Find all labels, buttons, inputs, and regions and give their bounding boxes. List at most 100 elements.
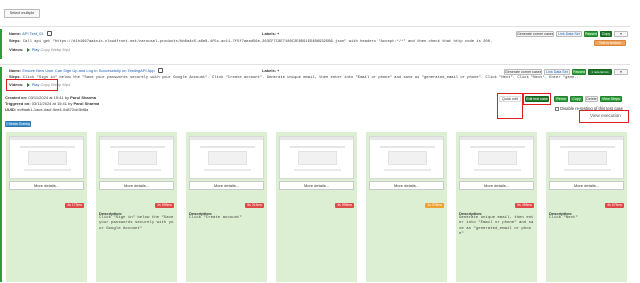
errors-button[interactable]: 1 note Errors: [588, 69, 612, 75]
thumbnail-placeholder: [114, 169, 161, 171]
thumbnail-placeholder: [100, 137, 173, 140]
thumbnail-placeholder: [28, 151, 67, 165]
copy-link[interactable]: Copy: [41, 47, 50, 52]
step-screenshot-thumbnail[interactable]: [549, 136, 624, 179]
uuid-label: UUID:: [5, 107, 17, 112]
step-description: Click "Create account": [189, 216, 242, 220]
triggered-by-user: Parul Sharma: [73, 101, 100, 106]
triggered-label: Triggered on:: [5, 101, 31, 106]
thumbnail-placeholder: [564, 169, 611, 171]
more-details-button[interactable]: More details...: [189, 181, 264, 190]
generate-corner-cases-button[interactable]: Generate corner cases: [516, 31, 554, 37]
more-details-button[interactable]: More details...: [369, 181, 444, 190]
step-duration-badge: 2s 695ms: [155, 203, 174, 208]
view-steps-button[interactable]: View Steps: [600, 96, 622, 102]
thumbnail-placeholder: [280, 137, 353, 140]
more-details-button[interactable]: More details...: [459, 181, 534, 190]
step-screenshot-thumbnail[interactable]: [459, 136, 534, 179]
step-card: More details... 4s 995ms: [276, 132, 357, 282]
thumbnail-placeholder: [478, 151, 517, 165]
select-multiple-button[interactable]: Select multiple: [4, 9, 40, 18]
link-data-set-button[interactable]: Link Data Set: [544, 69, 570, 75]
step-duration-badge: 4s 995ms: [335, 203, 354, 208]
step-description: Click "Next": [549, 216, 578, 220]
edit-icon[interactable]: [157, 68, 163, 74]
more-options-button[interactable]: ▾: [614, 69, 628, 75]
step-screenshot-thumbnail[interactable]: [189, 136, 264, 179]
labels-label: Labels:: [262, 31, 277, 36]
play-icon[interactable]: [26, 47, 30, 52]
created-label: Created on:: [5, 95, 28, 100]
thumbnail-placeholder: [380, 146, 435, 148]
uuid-value: ecffaab1-1ace-4acf-9ee4-0d872cb3bf8a: [17, 107, 89, 112]
passed-badge: Passed: [572, 69, 586, 75]
more-details-button[interactable]: More details...: [279, 181, 354, 190]
test-status-stripe: [0, 67, 2, 282]
thumbnail-placeholder: [550, 137, 623, 140]
thumbnail-placeholder: [10, 137, 83, 140]
step-card: More details... 4s 675ms Description: Click…: [546, 132, 627, 282]
thumbnail-placeholder: [204, 169, 251, 171]
thumbnail-placeholder: [568, 151, 607, 165]
step-card: More details... 5s 455ms Description: Gener…: [456, 132, 537, 282]
thumbnail-placeholder: [110, 146, 165, 148]
step-screenshot-thumbnail[interactable]: [9, 136, 84, 179]
edit-icon[interactable]: [46, 31, 52, 37]
created-value: 03/11/2024 at 15:41: [28, 95, 64, 100]
step-screenshot-thumbnail[interactable]: [279, 136, 354, 179]
highlight-videos: [6, 79, 58, 91]
triggered-by-label: by: [68, 101, 73, 106]
step-duration-badge: 1s 378ms: [425, 203, 444, 208]
triggered-value: 03/11/2024 at 15:41: [31, 101, 67, 106]
copy-button[interactable]: Copy: [570, 96, 583, 102]
test-status-stripe: [0, 29, 2, 59]
thumbnail-placeholder: [460, 137, 533, 140]
highlight-edit-test-case: [523, 93, 551, 105]
highlight-view-execution: [579, 110, 629, 123]
link-data-set-button[interactable]: Link Data Set: [556, 31, 582, 37]
add-label-icon[interactable]: +: [277, 31, 279, 36]
disable-retest-checkbox[interactable]: [555, 106, 559, 111]
step-duration-badge: 5s 455ms: [515, 203, 534, 208]
video-format: Webp Mp4: [51, 47, 71, 52]
step-duration-badge: 5s 315ms: [245, 203, 264, 208]
steps-label: Steps:: [9, 39, 21, 43]
step-screenshot-thumbnail[interactable]: [369, 136, 444, 179]
test-name: API Test_01: [22, 31, 44, 36]
more-details-button[interactable]: More details...: [549, 181, 624, 190]
name-label: Name:: [9, 31, 22, 36]
steps-text: Call api get "https://d1h1967aaksix.clou…: [22, 40, 493, 44]
name-label: Name:: [9, 68, 22, 73]
generate-corner-cases-button[interactable]: Generate corner cases: [504, 69, 542, 75]
thumbnail-placeholder: [388, 151, 427, 165]
thumbnail-placeholder: [470, 146, 525, 148]
thumbnail-placeholder: [20, 146, 75, 148]
add-label-icon[interactable]: +: [277, 68, 279, 73]
test-broken-badge: Test is broken: [594, 40, 626, 46]
thumbnail-placeholder: [560, 146, 615, 148]
thumbnail-placeholder: [384, 169, 431, 171]
steps-text: Click "Sign in" below the "Save your pas…: [22, 76, 582, 80]
thumbnail-placeholder: [298, 151, 337, 165]
step-description: Click "Sign in" below the "Save your pas…: [99, 216, 176, 231]
more-options-button[interactable]: ▾: [614, 31, 628, 37]
passed-badge: Passed: [584, 31, 598, 37]
play-link[interactable]: Play: [32, 47, 40, 52]
thumbnail-placeholder: [208, 151, 247, 165]
thumbnail-placeholder: [190, 137, 263, 140]
thumbnail-placeholder: [290, 146, 345, 148]
more-details-button[interactable]: More details...: [99, 181, 174, 190]
test-name: Ensure New User Can Sign Up and Log In S…: [22, 68, 155, 73]
step-description: Generate unique email, then enter into "…: [459, 216, 534, 236]
step-duration-badge: 4s 675ms: [605, 203, 624, 208]
rerun-button[interactable]: Rerun: [554, 96, 568, 102]
thumbnail-placeholder: [294, 169, 341, 171]
labels-label: Labels:: [262, 68, 277, 73]
more-details-button[interactable]: More details...: [9, 181, 84, 190]
copy-button[interactable]: Copy: [600, 31, 612, 37]
delete-button[interactable]: Delete: [585, 96, 598, 102]
step-screenshot-thumbnail[interactable]: [99, 136, 174, 179]
step-card: More details... 2s 695ms Description: Click…: [96, 132, 177, 282]
thumbnail-placeholder: [118, 151, 157, 165]
needs-oversight-badge[interactable]: 1 Needs Oversight: [5, 121, 31, 127]
